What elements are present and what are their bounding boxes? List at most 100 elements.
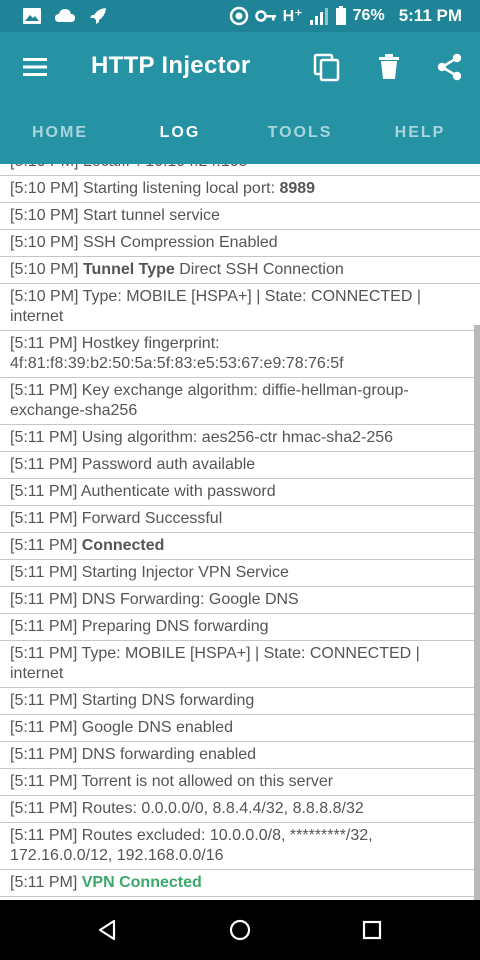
- log-message: DNS forwarding enabled: [81, 746, 257, 763]
- log-entry: [5:11 PM] Hostkey fingerprint: 4f:81:f8:…: [0, 331, 480, 378]
- log-timestamp: [5:10 PM]: [10, 288, 79, 305]
- log-entry: [5:11 PM] Key exchange algorithm: diffie…: [0, 378, 480, 425]
- log-message: Using algorithm: aes256-ctr hmac-sha2-25…: [81, 429, 394, 446]
- log-message: Password auth available: [81, 456, 256, 473]
- log-message: LocalIP: 10.194.24.105: [83, 164, 248, 170]
- log-message: Torrent is not allowed on this server: [81, 773, 334, 790]
- share-icon[interactable]: [435, 52, 465, 82]
- battery-percentage: 76%: [352, 7, 385, 24]
- log-timestamp: [5:11 PM]: [10, 692, 78, 709]
- log-entry: [5:10 PM] Start tunnel service: [0, 203, 480, 230]
- system-navigation-bar: [0, 900, 480, 960]
- log-message: Start tunnel service: [82, 207, 220, 224]
- app-bar: HTTP Injector: [0, 32, 480, 102]
- log-timestamp: [5:11 PM]: [10, 591, 78, 608]
- log-timestamp: [5:11 PM]: [10, 827, 78, 844]
- log-message: Starting DNS forwarding: [81, 692, 255, 709]
- rocket-icon: [90, 8, 106, 24]
- hamburger-menu-icon[interactable]: [20, 53, 50, 81]
- log-timestamp: [5:10 PM]: [10, 261, 79, 278]
- log-entry: [5:11 PM] Google DNS enabled: [0, 715, 480, 742]
- log-entry: [5:10 PM] LocalIP: 10.194.24.105: [0, 164, 480, 176]
- log-timestamp: [5:10 PM]: [10, 180, 79, 197]
- log-entry: [5:11 PM] Routes: 0.0.0.0/0, 8.8.4.4/32,…: [0, 796, 480, 823]
- log-entry: [5:11 PM] Authenticate with password: [0, 479, 480, 506]
- log-scrollbar[interactable]: [474, 325, 480, 900]
- log-entry: [5:11 PM] Routes excluded: 10.0.0.0/8, *…: [0, 823, 480, 870]
- app-title: HTTP Injector: [91, 52, 251, 79]
- log-message: Starting listening local port:: [82, 180, 280, 197]
- log-entry: [5:11 PM] Starting Injector VPN Service: [0, 560, 480, 587]
- log-timestamp: [5:11 PM]: [10, 456, 78, 473]
- back-icon[interactable]: [96, 918, 120, 942]
- log-entry: [5:11 PM] Starting DNS forwarding: [0, 688, 480, 715]
- log-message: Starting Injector VPN Service: [81, 564, 289, 581]
- status-bar-system: H⁺ 76% 5:11 PM: [229, 0, 462, 32]
- log-timestamp: [5:11 PM]: [10, 719, 78, 736]
- log-timestamp: [5:11 PM]: [10, 537, 78, 554]
- log-timestamp: [5:11 PM]: [10, 874, 78, 891]
- image-icon: [23, 8, 41, 24]
- log-timestamp: [5:11 PM]: [10, 773, 78, 790]
- log-message: Google DNS enabled: [81, 719, 233, 736]
- log-entry: [5:11 PM] Forward Successful: [0, 506, 480, 533]
- log-timestamp: [5:11 PM]: [10, 382, 78, 399]
- tab-log[interactable]: LOG: [120, 102, 240, 164]
- log-entry: [5:11 PM] Password auth available: [0, 452, 480, 479]
- log-message: Authenticate with password: [80, 483, 276, 500]
- log-entry: [5:10 PM] Type: MOBILE [HSPA+] | State: …: [0, 284, 480, 331]
- log-timestamp: [5:10 PM]: [10, 234, 79, 251]
- log-timestamp: [5:11 PM]: [10, 564, 78, 581]
- log-message: DNS Forwarding: Google DNS: [81, 591, 299, 608]
- log-timestamp: [5:11 PM]: [10, 618, 78, 635]
- home-icon[interactable]: [228, 918, 252, 942]
- signal-icon: [309, 8, 328, 25]
- log-message-bold: Tunnel Type: [82, 261, 175, 278]
- log-list[interactable]: [5:10 PM] LocalIP: 10.194.24.105[5:10 PM…: [0, 164, 480, 900]
- copy-icon[interactable]: [312, 52, 342, 82]
- log-entry: [5:11 PM] VPN Connected: [0, 870, 480, 897]
- delete-icon[interactable]: [374, 52, 404, 82]
- network-type-label: H⁺: [282, 8, 303, 25]
- battery-icon: [335, 6, 346, 25]
- log-entry: [5:10 PM] Tunnel Type Direct SSH Connect…: [0, 257, 480, 284]
- log-timestamp: [5:11 PM]: [10, 800, 78, 817]
- data-saver-icon: [229, 6, 248, 26]
- tab-tools[interactable]: TOOLS: [240, 102, 360, 164]
- status-bar: H⁺ 76% 5:11 PM: [0, 0, 480, 32]
- log-message: Forward Successful: [81, 510, 223, 527]
- log-entry: [5:11 PM] DNS forwarding enabled: [0, 742, 480, 769]
- tab-bar: HOME LOG TOOLS HELP: [0, 102, 480, 164]
- log-timestamp: [5:11 PM]: [10, 483, 78, 500]
- log-entry: [5:11 PM] Using algorithm: aes256-ctr hm…: [0, 425, 480, 452]
- status-bar-notifications: [22, 4, 108, 28]
- log-entry: [5:10 PM] Starting listening local port:…: [0, 176, 480, 203]
- log-entry: [5:11 PM] Type: MOBILE [HSPA+] | State: …: [0, 641, 480, 688]
- tab-home[interactable]: HOME: [0, 102, 120, 164]
- log-message-success: VPN Connected: [81, 874, 202, 891]
- log-entry: [5:11 PM] DNS Forwarding: Google DNS: [0, 587, 480, 614]
- log-entries: [5:10 PM] LocalIP: 10.194.24.105[5:10 PM…: [0, 164, 480, 897]
- log-message: Direct SSH Connection: [174, 261, 344, 278]
- cloud-icon: [55, 9, 75, 22]
- log-message: Preparing DNS forwarding: [81, 618, 269, 635]
- log-message: Routes: 0.0.0.0/0, 8.8.4.4/32, 8.8.8.8/3…: [81, 800, 364, 817]
- log-timestamp: [5:10 PM]: [10, 207, 79, 224]
- log-message: SSH Compression Enabled: [82, 234, 278, 251]
- log-entry: [5:11 PM] Torrent is not allowed on this…: [0, 769, 480, 796]
- log-timestamp: [5:11 PM]: [10, 510, 78, 527]
- log-timestamp: [5:10 PM]: [10, 164, 78, 170]
- log-entry: [5:10 PM] SSH Compression Enabled: [0, 230, 480, 257]
- log-timestamp: [5:11 PM]: [10, 645, 78, 662]
- log-message-bold: 8989: [279, 180, 316, 197]
- clock: 5:11 PM: [398, 6, 462, 25]
- log-timestamp: [5:11 PM]: [10, 335, 78, 352]
- key-icon: [254, 10, 276, 22]
- log-entry: [5:11 PM] Preparing DNS forwarding: [0, 614, 480, 641]
- tab-help[interactable]: HELP: [360, 102, 480, 164]
- log-entry: [5:11 PM] Connected: [0, 533, 480, 560]
- log-message-bold: Connected: [81, 537, 165, 554]
- recents-icon[interactable]: [360, 918, 384, 942]
- log-timestamp: [5:11 PM]: [10, 746, 78, 763]
- log-timestamp: [5:11 PM]: [10, 429, 78, 446]
